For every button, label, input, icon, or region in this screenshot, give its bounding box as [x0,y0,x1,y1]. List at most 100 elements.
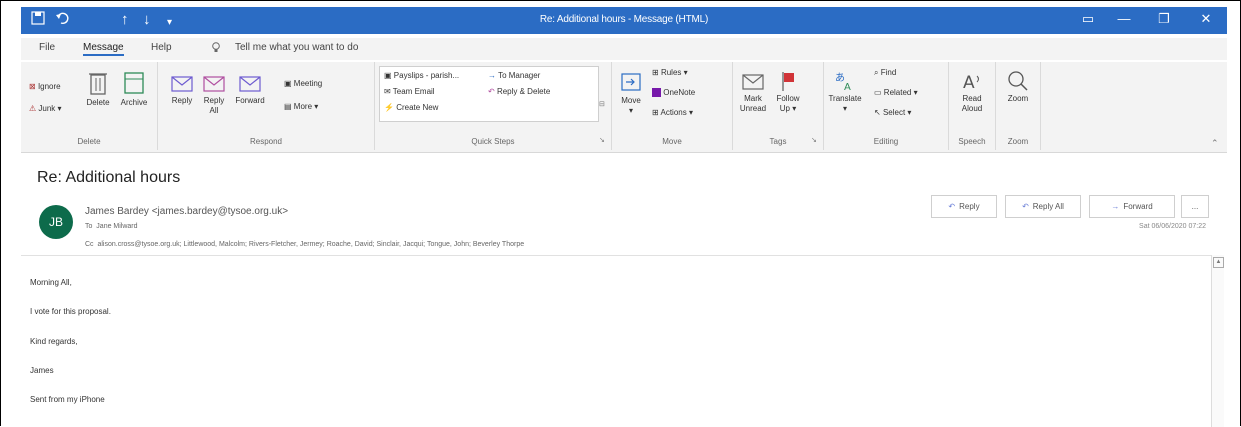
avatar[interactable]: JB [39,205,73,239]
related-icon: ▭ [874,88,882,97]
cc-recipients[interactable]: alison.cross@tysoe.org.uk; Littlewood, M… [97,241,524,248]
meeting-button[interactable]: ▣ Meeting [284,79,322,89]
tags-group-label: Tags [769,137,787,146]
read-aloud-button[interactable]: A Read Aloud [955,70,989,114]
vertical-scrollbar[interactable]: ▲ [1211,255,1224,427]
envelope-icon: ✉ [384,87,391,96]
rules-icon: ⊞ [652,68,659,77]
menu-message[interactable]: Message [83,42,124,56]
sender[interactable]: James Bardey <james.bardey@tysoe.org.uk> [85,206,288,217]
body-line: Sent from my iPhone [30,395,105,404]
zoom-button[interactable]: Zoom [1002,70,1034,104]
read-aloud-icon: A [963,73,979,92]
close-button[interactable]: ✕ [1191,11,1221,27]
maximize-button[interactable]: ❐ [1149,11,1179,27]
magnifier-icon [1008,71,1028,91]
quick-step-team-email[interactable]: ✉ Team Email [384,87,435,97]
forward-button[interactable]: Forward [234,74,266,106]
svg-text:A: A [844,82,851,92]
speech-group-label: Speech [958,137,986,146]
trash-icon [89,73,107,95]
delete-group-label: Delete [77,137,101,146]
quick-step-reply-delete[interactable]: ↶ Reply & Delete [488,87,550,97]
quick-steps-more-icon[interactable]: ⊟ [599,100,605,110]
delete-group: ⊠ Ignore ⚠ Junk ▾ Delete Archive Delete [21,62,158,150]
quick-step-to-manager[interactable]: → To Manager [488,71,540,81]
onenote-button[interactable]: OneNote [652,88,695,98]
quick-step-create-new[interactable]: ⚡ Create New [384,103,438,113]
actions-button[interactable]: ⊞ Actions ▾ [652,108,693,118]
move-button[interactable]: Move ▾ [618,70,644,116]
more-respond-icon: ▤ [284,102,292,111]
select-button[interactable]: ↖ Select ▾ [874,108,911,118]
menu-file[interactable]: File [39,42,55,53]
arrow-right-icon: → [488,71,496,80]
body-line: Kind regards, [30,337,78,346]
follow-up-button[interactable]: Follow Up ▾ [773,70,803,114]
minimize-button[interactable]: — [1109,11,1139,26]
actions-icon: ⊞ [652,108,659,117]
tell-me-search[interactable]: Tell me what you want to do [235,42,358,53]
quick-step-payslips[interactable]: ▣ Payslips - parish... [384,71,459,81]
reply-icon [171,76,193,92]
reply-delete-icon: ↶ [488,87,495,96]
respond-group: Reply Reply All Forward ▣ Meeting ▤ More … [158,62,375,150]
reply-button[interactable]: Reply [168,74,196,106]
reply-all-action-button[interactable]: ↶ Reply All [1005,195,1081,218]
ignore-button[interactable]: ⊠ Ignore [29,82,61,92]
reply-arrow-icon: ↶ [948,202,956,211]
translate-button[interactable]: あA Translate ▾ [828,70,862,114]
find-button[interactable]: ⌕ Find [874,68,896,78]
move-group-label: Move [662,137,682,146]
ribbon-display-options-icon[interactable]: ▭ [1073,11,1103,27]
junk-icon: ⚠ [29,104,37,113]
scroll-up-icon[interactable]: ▲ [1213,257,1224,268]
reply-all-arrow-icon: ↶ [1022,202,1029,211]
cc-label: Cc [85,241,94,248]
body-line: Morning All, [30,278,72,287]
find-icon: ⌕ [874,68,879,77]
junk-button[interactable]: ⚠ Junk ▾ [29,104,62,114]
speech-group: A Read Aloud Speech [949,62,996,150]
forward-action-button[interactable]: → Forward [1089,195,1175,218]
mark-unread-button[interactable]: Mark Unread [737,70,769,114]
delete-button[interactable]: Delete [83,70,113,108]
cc-line: Cc alison.cross@tysoe.org.uk; Littlewood… [85,241,524,248]
quick-steps-gallery: ▣ Payslips - parish... → To Manager ✉ Te… [379,66,599,122]
ribbon: ⊠ Ignore ⚠ Junk ▾ Delete Archive Delete … [21,62,1227,153]
zoom-group: Zoom Zoom [996,62,1041,150]
body-line: I vote for this proposal. [30,307,111,316]
more-actions-button[interactable]: ... [1181,195,1209,218]
quick-steps-group-label: Quick Steps [471,137,515,146]
to-recipients[interactable]: Jane Milward [96,223,137,230]
archive-icon [124,72,144,94]
body-line: James [30,366,54,375]
rules-button[interactable]: ⊞ Rules ▾ [652,68,688,78]
to-label: To [85,223,93,230]
reading-pane: Re: Additional hours JB James Bardey <ja… [21,152,1227,427]
menu-help[interactable]: Help [151,42,172,53]
reply-action-button[interactable]: ↶ Reply [931,195,997,218]
translate-icon: あA [835,72,851,92]
forward-arrow-icon: → [1111,202,1120,211]
quick-steps-group: ▣ Payslips - parish... → To Manager ✉ Te… [375,62,612,150]
collapse-ribbon-icon[interactable]: ⌃ [1211,138,1219,148]
archive-button[interactable]: Archive [117,70,151,108]
related-button[interactable]: ▭ Related ▾ [874,88,918,98]
reply-all-button[interactable]: Reply All [200,74,228,116]
window-title: Re: Additional hours - Message (HTML) [539,14,709,25]
zoom-group-label: Zoom [1007,137,1029,146]
tags-group: Mark Unread Follow Up ▾ ↘ Tags [733,62,824,150]
envelope-unread-icon [742,74,764,90]
respond-group-label: Respond [249,137,283,146]
forward-icon [239,76,261,92]
meeting-icon: ▣ [284,79,292,88]
to-line: To Jane Milward [85,223,138,230]
lightning-icon: ⚡ [384,103,394,112]
more-respond-button[interactable]: ▤ More ▾ [284,102,318,112]
select-cursor-icon: ↖ [874,108,881,117]
move-group: Move ▾ ⊞ Rules ▾ OneNote ⊞ Actions ▾ Move [612,62,733,150]
reply-all-icon [203,76,225,92]
svg-text:A: A [963,73,975,92]
editing-group-label: Editing [873,137,899,146]
